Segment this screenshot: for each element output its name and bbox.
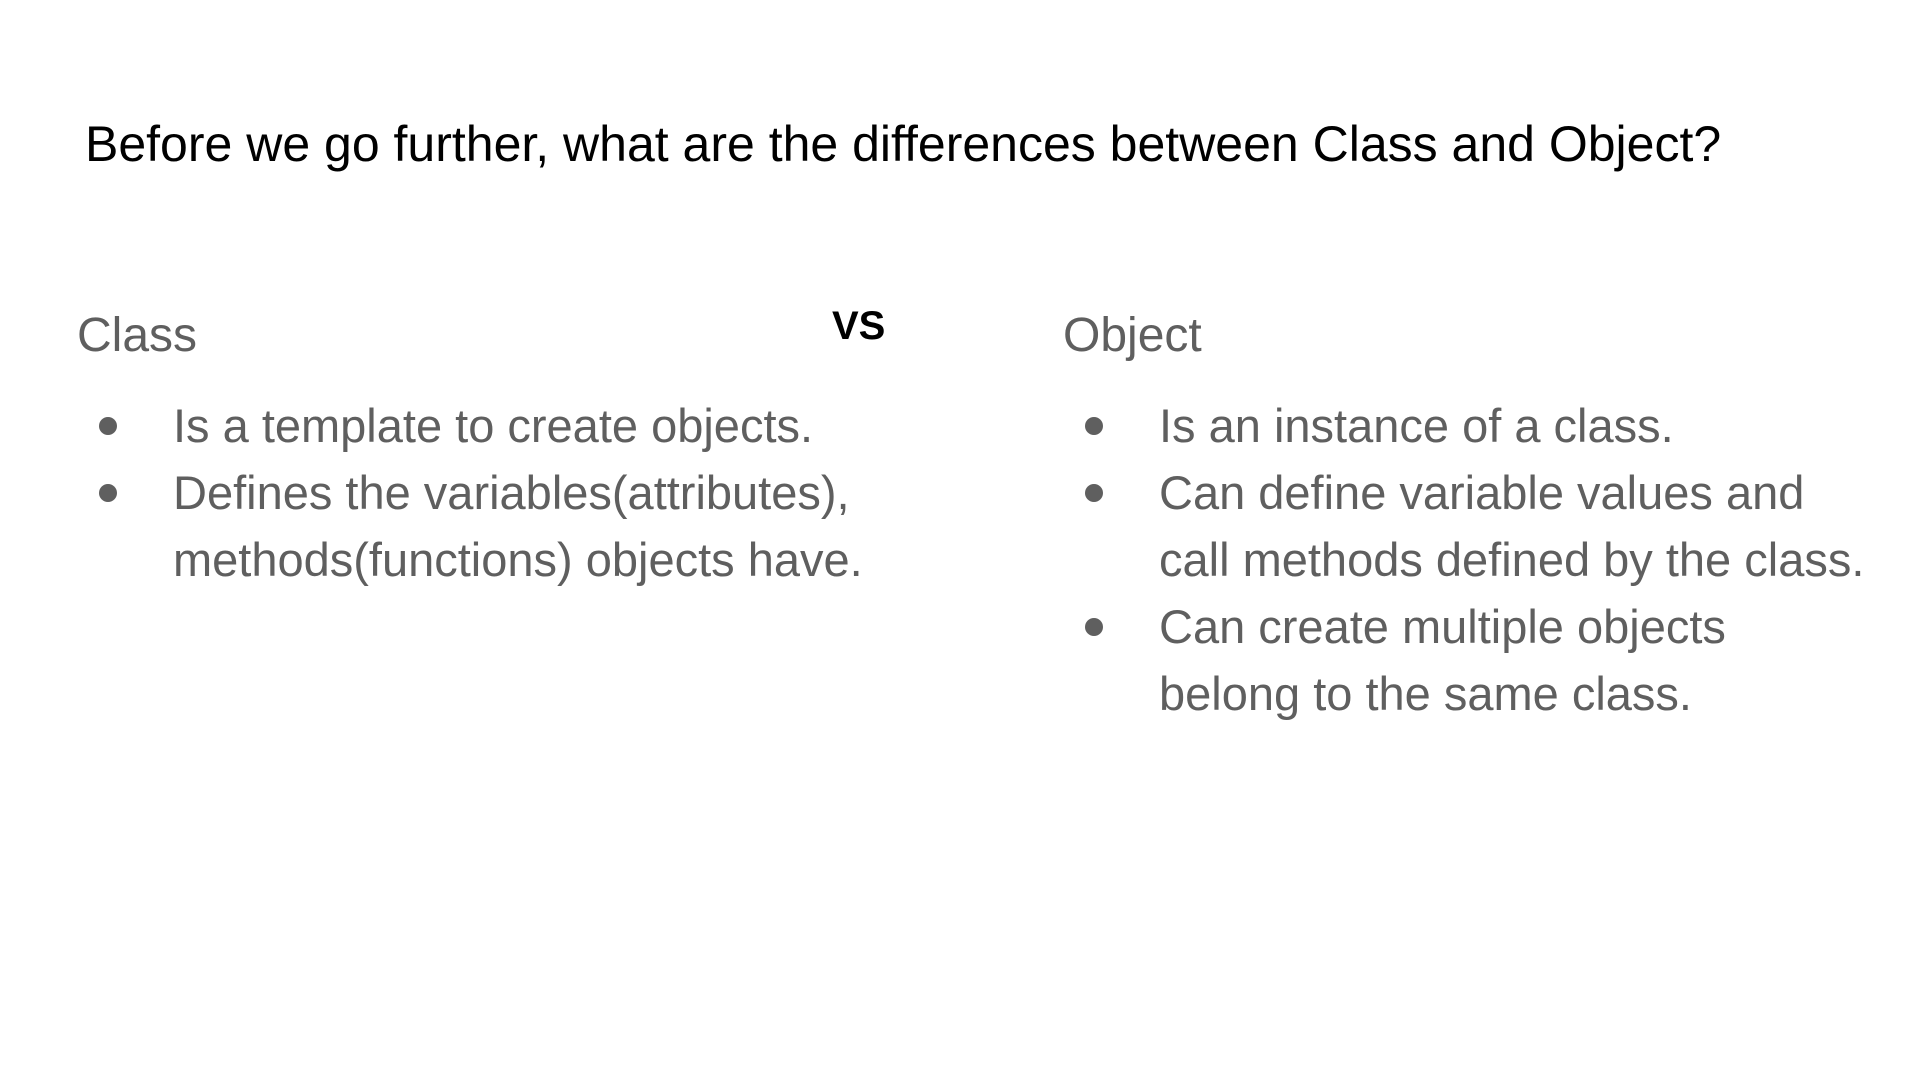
bullet-dot-icon	[99, 417, 117, 435]
slide: Before we go further, what are the diffe…	[0, 0, 1920, 1080]
object-column: Object Is an instance of a class. Can de…	[1063, 300, 1873, 727]
object-bullet-text: Is an instance of a class.	[1159, 399, 1674, 452]
class-bullet-item: Is a template to create objects.	[77, 392, 873, 459]
class-bullet-text: Defines the variables(attributes), metho…	[173, 466, 863, 586]
class-bullet-text: Is a template to create objects.	[173, 399, 814, 452]
object-bullet-text: Can define variable values and call meth…	[1159, 466, 1865, 586]
object-bullet-item: Is an instance of a class.	[1063, 392, 1879, 459]
object-bullet-item: Can define variable values and call meth…	[1063, 459, 1879, 593]
object-bullet-text: Can create multiple objects belong to th…	[1159, 600, 1726, 720]
slide-title: Before we go further, what are the diffe…	[85, 116, 1722, 172]
bullet-dot-icon	[1085, 417, 1103, 435]
class-heading: Class	[77, 309, 198, 362]
class-bullet-list: Is a template to create objects. Defines…	[77, 392, 897, 593]
class-bullet-item: Defines the variables(attributes), metho…	[77, 459, 873, 593]
object-bullet-item: Can create multiple objects belong to th…	[1063, 593, 1879, 727]
bullet-dot-icon	[1085, 484, 1103, 502]
class-column: Class Is a template to create objects. D…	[77, 300, 897, 593]
object-heading: Object	[1063, 309, 1202, 362]
bullet-dot-icon	[1085, 618, 1103, 636]
bullet-dot-icon	[99, 484, 117, 502]
object-bullet-list: Is an instance of a class. Can define va…	[1063, 392, 1873, 727]
